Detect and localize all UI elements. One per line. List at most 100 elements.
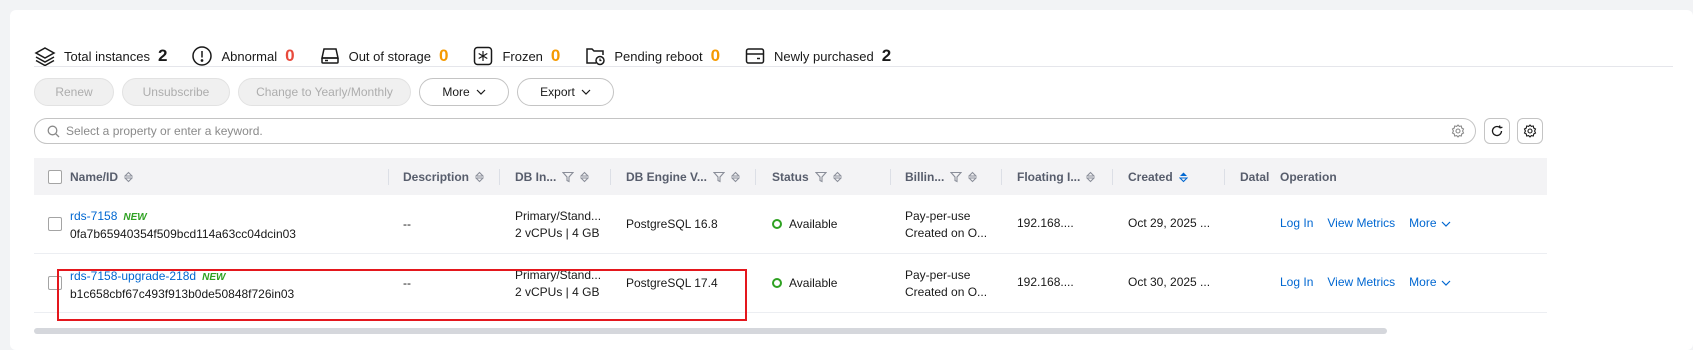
column-label: Floating I... [1017, 169, 1081, 184]
chevron-down-icon [581, 89, 591, 95]
billing-mode: Pay-per-use [905, 268, 971, 282]
refresh-button[interactable] [1484, 118, 1510, 144]
column-separator[interactable] [755, 169, 756, 185]
log-in-link[interactable]: Log In [1280, 274, 1313, 291]
column-separator[interactable] [499, 169, 500, 185]
filter-icon[interactable] [562, 171, 575, 183]
instance-summary: Total instances 2 Abnormal 0 Out of stor… [34, 34, 915, 78]
sort-active-icon[interactable] [1178, 171, 1188, 183]
column-status[interactable]: Status [772, 158, 842, 195]
billing-mode: Pay-per-use [905, 209, 971, 223]
billing-created: Created on O... [905, 226, 988, 240]
new-tag: NEW [123, 212, 147, 223]
table-row: rds-7158 NEW 0fa7b65940354f509bcd114a63cc… [34, 195, 1547, 254]
created-cell: Oct 29, 2025 ... [1128, 216, 1211, 230]
column-db-instance[interactable]: DB In... [515, 158, 590, 195]
export-dropdown-button[interactable]: Export [517, 78, 614, 106]
search-bar[interactable] [34, 118, 1476, 144]
stat-out-of-storage[interactable]: Out of storage 0 [319, 45, 449, 67]
status-text: Available [789, 217, 838, 231]
db-instance-cell: Primary/Stand... 2 vCPUs | 4 GB [515, 208, 601, 242]
renew-button[interactable]: Renew [34, 78, 114, 106]
horizontal-scrollbar[interactable] [34, 328, 1387, 334]
column-label: Billin... [905, 169, 945, 184]
column-billing-mode[interactable]: Billin... [905, 158, 978, 195]
more-link[interactable]: More [1409, 215, 1436, 232]
stat-count: 2 [158, 46, 168, 65]
column-label: Status [772, 169, 809, 184]
instance-name-link[interactable]: rds-7158 [70, 209, 117, 223]
column-created[interactable]: Created [1128, 158, 1188, 195]
more-dropdown-button[interactable]: More [419, 78, 509, 106]
stat-count: 0 [550, 46, 561, 65]
stat-newly-purchased[interactable]: Newly purchased 2 [744, 45, 891, 67]
table-settings-button[interactable] [1517, 118, 1543, 144]
change-to-yearly-monthly-button[interactable]: Change to Yearly/Monthly [238, 78, 411, 106]
unsubscribe-button[interactable]: Unsubscribe [122, 78, 230, 106]
status-cell: Available [772, 275, 837, 292]
more-label: More [442, 85, 470, 99]
status-cell: Available [772, 216, 837, 233]
column-label: Datal [1240, 169, 1270, 184]
instances-panel: Total instances 2 Abnormal 0 Out of stor… [10, 10, 1693, 350]
select-all-checkbox-cell [48, 158, 62, 195]
storage-icon [320, 48, 339, 64]
summary-divider [34, 66, 1673, 67]
sort-icon[interactable] [730, 171, 740, 183]
column-label: Created [1128, 169, 1173, 184]
exclamation-circle-icon [192, 46, 213, 66]
column-separator[interactable] [890, 169, 891, 185]
engine-version-cell: PostgreSQL 16.8 [626, 217, 718, 231]
chevron-down-icon[interactable] [1441, 219, 1451, 229]
stat-pending-reboot[interactable]: Pending reboot 0 [584, 45, 720, 67]
stat-frozen[interactable]: Frozen 0 [472, 45, 560, 67]
column-separator[interactable] [388, 169, 389, 185]
column-db-engine-version[interactable]: DB Engine V... [626, 158, 740, 195]
stat-label: Newly purchased [774, 48, 874, 64]
floating-ip-cell: 192.168.... [1017, 216, 1074, 230]
column-name-id[interactable]: Name/ID [70, 158, 134, 195]
instance-spec: 2 vCPUs | 4 GB [515, 226, 600, 240]
column-separator[interactable] [610, 169, 611, 185]
row-checkbox[interactable] [48, 217, 62, 231]
filter-icon[interactable] [712, 171, 725, 183]
table-header: Name/ID Description DB In... DB Engine V… [34, 158, 1547, 195]
column-operation: Operation [1280, 158, 1337, 195]
sort-icon[interactable] [580, 171, 590, 183]
operation-cell: Log In View Metrics More [1280, 274, 1451, 291]
sort-icon[interactable] [475, 171, 485, 183]
chevron-down-icon[interactable] [1441, 278, 1451, 288]
chevron-down-icon [476, 89, 486, 95]
column-separator[interactable] [1001, 169, 1002, 185]
column-datastore[interactable]: Datal [1240, 158, 1269, 195]
log-in-link[interactable]: Log In [1280, 215, 1313, 232]
more-link[interactable]: More [1409, 274, 1436, 291]
view-metrics-link[interactable]: View Metrics [1327, 274, 1395, 291]
stat-count: 0 [285, 46, 295, 65]
column-label: Operation [1280, 169, 1337, 184]
gear-icon[interactable] [1451, 124, 1465, 138]
sort-icon[interactable] [1086, 171, 1096, 183]
view-metrics-link[interactable]: View Metrics [1327, 215, 1395, 232]
sort-icon[interactable] [832, 171, 842, 183]
stat-count: 0 [438, 46, 449, 65]
stat-count: 0 [710, 46, 721, 65]
filter-icon[interactable] [950, 171, 963, 183]
column-label: DB In... [515, 169, 557, 184]
instance-type: Primary/Stand... [515, 209, 602, 223]
column-separator[interactable] [1224, 169, 1225, 185]
status-available-icon [772, 278, 782, 288]
column-separator[interactable] [1112, 169, 1113, 185]
stat-label: Out of storage [348, 48, 431, 64]
stat-abnormal[interactable]: Abnormal 0 [191, 45, 295, 67]
layers-icon [34, 47, 56, 67]
sort-icon[interactable] [124, 171, 134, 183]
stat-total-instances[interactable]: Total instances 2 [34, 45, 167, 67]
sort-icon[interactable] [968, 171, 978, 183]
filter-icon[interactable] [814, 171, 827, 183]
column-floating-ip[interactable]: Floating I... [1017, 158, 1096, 195]
search-icon [47, 125, 60, 137]
column-description[interactable]: Description [403, 158, 485, 195]
select-all-checkbox[interactable] [48, 169, 62, 184]
search-input[interactable] [66, 124, 1475, 138]
